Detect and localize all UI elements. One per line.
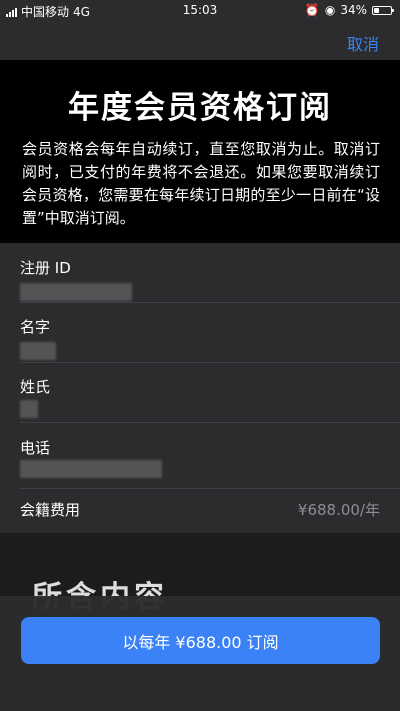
status-right: ⏰ ◉ 34% [304,3,394,17]
status-bar: 中国移动 4G 15:03 ⏰ ◉ 34% [0,0,400,22]
field-row-registration-id: 注册 ID [20,243,400,303]
field-value-redacted [20,342,56,360]
battery-fill [374,7,379,13]
subscription-description: 会员资格会每年自动续订，直至您取消为止。取消订阅时，已支付的年费将不会退还。如果… [22,140,380,227]
alarm-icon: ⏰ [304,3,320,17]
subscribe-button[interactable]: 以每年 ¥688.00 订阅 [21,617,380,664]
field-value-redacted [20,283,132,301]
field-label: 名字 [20,318,51,336]
field-label: 注册 ID [20,259,71,277]
subscription-header: 年度会员资格订阅 会员资格会每年自动续订，直至您取消为止。取消订阅时，已支付的年… [0,60,400,243]
fee-value: ¥688.00/年 [297,501,380,519]
field-row-last-name: 姓氏 [20,363,400,423]
sheet-navbar: 取消 [0,22,400,60]
field-label: 电话 [20,439,51,457]
battery-percent: 34% [340,3,367,17]
cancel-button[interactable]: 取消 [347,31,379,55]
field-row-first-name: 名字 [20,303,400,363]
field-label: 姓氏 [20,378,51,396]
subscription-details: 注册 ID 名字 姓氏 电话 会籍费用 ¥688.00/年 [0,243,400,533]
field-value-redacted [20,400,38,418]
battery-icon [372,5,394,15]
fee-label: 会籍费用 [20,501,81,519]
field-row-fee: 会籍费用 ¥688.00/年 [20,489,400,533]
page-title: 年度会员资格订阅 [68,90,332,126]
orientation-lock-icon: ◉ [324,3,336,17]
field-row-phone: 电话 [20,423,400,489]
field-value-redacted [20,460,162,478]
